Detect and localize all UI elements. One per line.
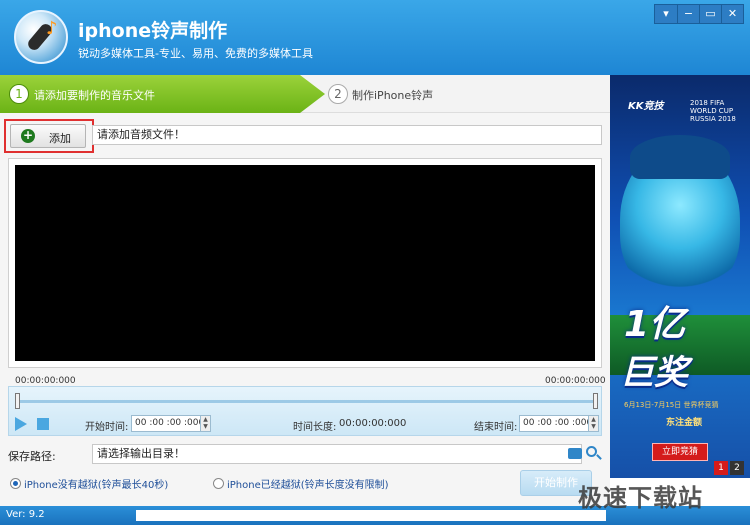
folder-icon[interactable] bbox=[568, 448, 582, 459]
main-panel: + 添加 请添加音频文件！ 00:00:00:000 00:00:00:000 … bbox=[0, 113, 610, 506]
ad-page-2[interactable]: 2 bbox=[730, 461, 744, 475]
ad-page-1[interactable]: 1 bbox=[714, 461, 728, 475]
step-1-label: 请添加要制作的音乐文件 bbox=[34, 89, 155, 102]
start-time-input[interactable]: 00 :00 :00 :000 ▲ ▼ bbox=[131, 415, 211, 432]
menu-dropdown-button[interactable]: ▾ bbox=[655, 5, 677, 23]
ad-headline-1: 1亿 bbox=[624, 304, 686, 345]
ad-date: 6月13日-7月15日 世界杯竞猜 bbox=[624, 401, 719, 409]
close-button[interactable]: ✕ bbox=[721, 5, 743, 23]
save-path-field[interactable]: 请选择输出目录！ bbox=[92, 444, 582, 464]
app-logo-icon: ♪ bbox=[14, 10, 68, 64]
preview-frame bbox=[8, 158, 602, 368]
search-icon[interactable] bbox=[586, 446, 597, 457]
start-time-label: 开始时间: bbox=[85, 422, 129, 433]
add-file-label: 添加 bbox=[49, 132, 71, 145]
title-bar: ♪ iphone铃声制作 锐动多媒体工具-专业、易用、免费的多媒体工具 ▾ − … bbox=[0, 0, 750, 75]
start-time-spinner[interactable]: ▲ ▼ bbox=[200, 416, 210, 431]
add-button-highlight: + 添加 bbox=[4, 119, 94, 153]
ad-brand: KK竞技 bbox=[628, 101, 664, 112]
step-1-number: 1 bbox=[9, 84, 29, 104]
plus-icon: + bbox=[21, 128, 35, 143]
ad-pager: 1 2 bbox=[712, 461, 744, 475]
option-not-jailbroken-label[interactable]: iPhone没有越狱(铃声最长40秒) bbox=[24, 476, 168, 491]
video-preview bbox=[15, 165, 595, 361]
timeline-start-time: 00:00:00:000 bbox=[15, 376, 76, 386]
duration-value: 00:00:00:000 bbox=[339, 418, 407, 429]
end-time-input[interactable]: 00 :00 :00 :000 ▲ ▼ bbox=[519, 415, 599, 432]
end-time-value: 00 :00 :00 :000 bbox=[523, 418, 593, 428]
advertisement-banner[interactable]: KK竞技 2018 FIFA WORLD CUP RUSSIA 2018 1亿 … bbox=[610, 75, 750, 478]
option-jailbroken-label[interactable]: iPhone已经越狱(铃声长度没有限制) bbox=[227, 476, 389, 491]
window-controls: ▾ − ▭ ✕ bbox=[654, 4, 744, 24]
ad-cup-text: 2018 FIFA WORLD CUP RUSSIA 2018 bbox=[690, 99, 736, 123]
save-path-label: 保存路径: bbox=[8, 450, 56, 463]
playback-controls: 开始时间: 00 :00 :00 :000 ▲ ▼ 时间长度: 00:00:00:… bbox=[8, 386, 602, 436]
duration-label: 时间长度: bbox=[293, 422, 337, 433]
end-time-spinner[interactable]: ▲ ▼ bbox=[588, 416, 598, 431]
start-time-value: 00 :00 :00 :000 bbox=[135, 418, 205, 428]
app-subtitle: 锐动多媒体工具-专业、易用、免费的多媒体工具 bbox=[78, 47, 313, 60]
option-jailbroken-radio[interactable] bbox=[213, 478, 224, 489]
step-bar: 1 请添加要制作的音乐文件 2 制作iPhone铃声 bbox=[0, 75, 610, 113]
music-note-icon: ♪ bbox=[46, 18, 58, 39]
ad-headline-2: 巨奖 bbox=[620, 353, 688, 393]
minimize-button[interactable]: − bbox=[677, 5, 699, 23]
stop-icon[interactable] bbox=[37, 418, 49, 430]
step-1[interactable]: 1 请添加要制作的音乐文件 bbox=[0, 75, 325, 113]
slider-end-handle[interactable] bbox=[593, 393, 598, 409]
step-2-label: 制作iPhone铃声 bbox=[352, 89, 434, 102]
progress-bar bbox=[136, 510, 606, 521]
version-text: Ver: 9.2 bbox=[6, 509, 45, 520]
ad-cta-button[interactable]: 立即竞猜 bbox=[652, 443, 708, 461]
option-not-jailbroken-radio[interactable] bbox=[10, 478, 21, 489]
timeline-slider[interactable] bbox=[17, 400, 595, 403]
end-time-label: 结束时间: bbox=[474, 422, 518, 433]
app-title: iphone铃声制作 bbox=[78, 20, 228, 42]
timeline-end-time: 00:00:00:000 bbox=[545, 376, 606, 386]
step-2-number: 2 bbox=[328, 84, 348, 104]
add-file-button[interactable]: + 添加 bbox=[10, 124, 86, 148]
audio-file-field[interactable]: 请添加音频文件！ bbox=[92, 125, 602, 145]
play-icon[interactable] bbox=[15, 417, 27, 431]
ad-slogan: 东注金额 bbox=[666, 418, 703, 428]
slider-start-handle[interactable] bbox=[15, 393, 20, 409]
watermark-text: 极速下载站 bbox=[578, 484, 703, 512]
maximize-button[interactable]: ▭ bbox=[699, 5, 721, 23]
pirate-hat-icon bbox=[630, 135, 730, 179]
